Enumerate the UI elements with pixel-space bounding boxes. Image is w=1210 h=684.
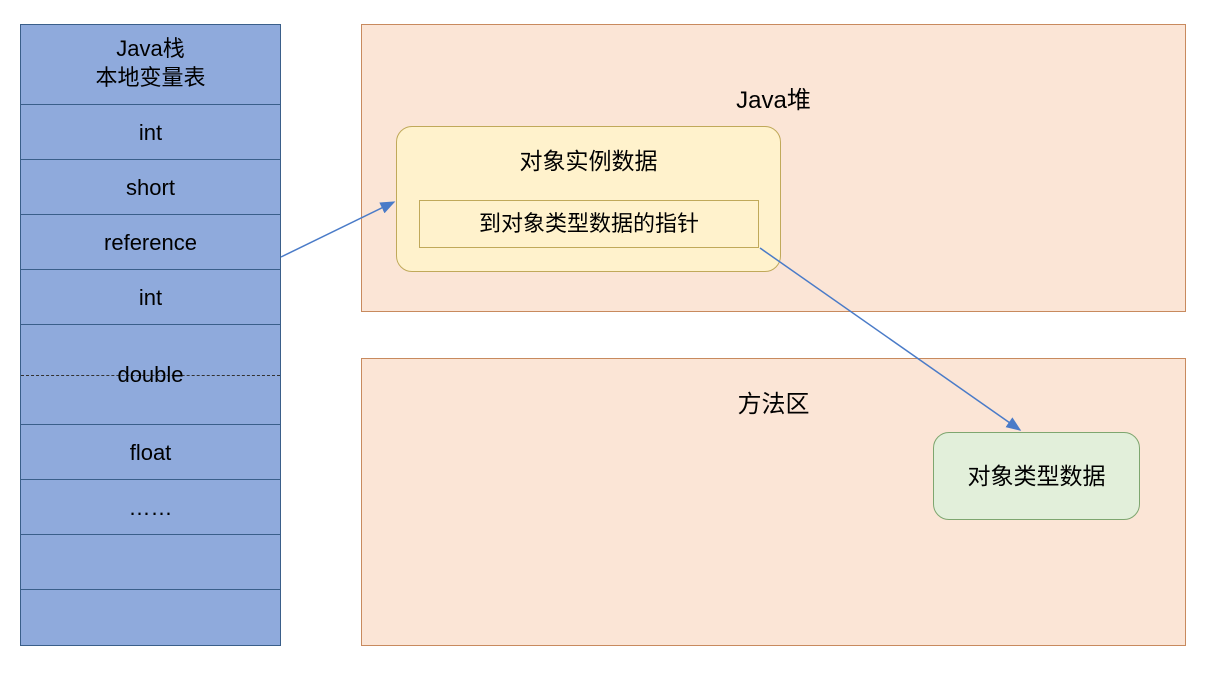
stack-cell-int2: int [21, 270, 280, 325]
stack-cell-float: float [21, 425, 280, 480]
method-area-title: 方法区 [362, 384, 1185, 419]
stack-cell-empty2 [21, 590, 280, 645]
stack-cell-short: short [21, 160, 280, 215]
type-pointer-label: 到对象类型数据的指针 [479, 211, 699, 236]
stack-header: Java栈 本地变量表 [21, 25, 280, 105]
object-instance-box: 对象实例数据 [396, 126, 781, 272]
stack-cell-empty1 [21, 535, 280, 590]
stack-title-line1: Java栈 [21, 35, 280, 64]
type-pointer-box: 到对象类型数据的指针 [419, 200, 759, 248]
object-type-data-label: 对象类型数据 [968, 463, 1106, 489]
object-type-data-box: 对象类型数据 [933, 432, 1140, 520]
java-stack: Java栈 本地变量表 int short reference int doub… [20, 24, 281, 646]
heap-title: Java堆 [362, 80, 1185, 115]
stack-cell-reference: reference [21, 215, 280, 270]
stack-cell-ellipsis: …… [21, 480, 280, 535]
stack-cell-double: double [21, 325, 280, 425]
stack-cell-int1: int [21, 105, 280, 160]
instance-title: 对象实例数据 [397, 142, 780, 176]
stack-title-line2: 本地变量表 [21, 64, 280, 93]
stack-cell-double-label: double [21, 362, 280, 388]
